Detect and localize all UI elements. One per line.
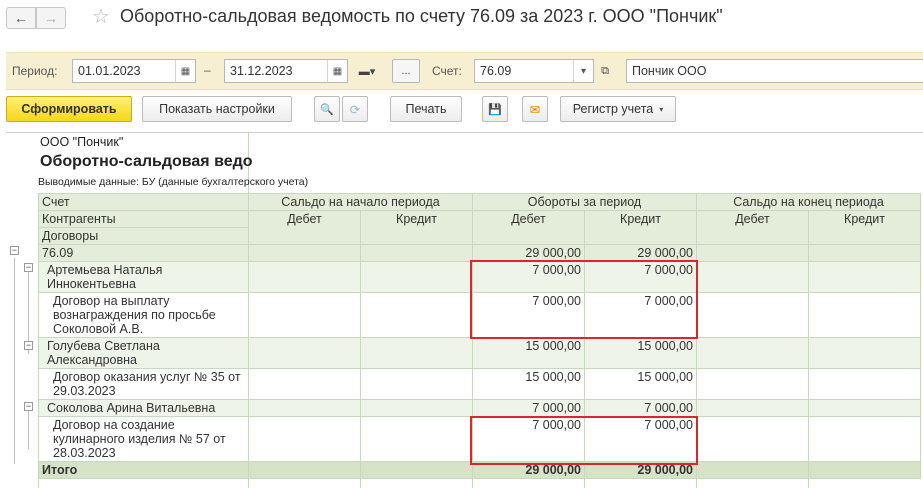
credit-header: Кредит: [808, 210, 921, 245]
save-button[interactable]: 💾: [482, 96, 508, 122]
collapse-icon[interactable]: −: [24, 341, 33, 350]
period-type-button[interactable]: ▬▾: [350, 59, 384, 83]
organization-field[interactable]: Пончик ООО: [626, 59, 923, 83]
search-button[interactable]: 🔍: [314, 96, 340, 122]
collapse-icon[interactable]: −: [24, 402, 33, 411]
toolbar: Сформировать Показать настройки 🔍 ⟳ Печа…: [0, 96, 923, 124]
contract-name: Договор на создание кулинарного изделия …: [38, 416, 249, 462]
credit-header: Кредит: [360, 210, 473, 245]
save-icon: 💾: [488, 103, 502, 116]
contract-name: Договор на выплату вознаграждения по про…: [38, 292, 249, 338]
account-row[interactable]: 76.09 29 000,00 29 000,00: [38, 244, 921, 262]
chevron-down-icon: ▾: [659, 104, 664, 114]
collapse-icon[interactable]: −: [10, 246, 19, 255]
date-to-value: 31.12.2023: [230, 64, 293, 78]
cancel-search-button[interactable]: ⟳: [342, 96, 368, 122]
turnover-credit: 29 000,00: [584, 244, 697, 262]
credit-header: Кредит: [584, 210, 697, 245]
highlight-frame: [470, 260, 698, 339]
turnover-debit: 15 000,00: [472, 337, 585, 369]
period-dash: –: [204, 63, 211, 77]
show-settings-button[interactable]: Показать настройки: [142, 96, 292, 122]
counterparty-row[interactable]: Голубева Светлана Александровна 15 000,0…: [38, 337, 921, 369]
select-period-button[interactable]: ...: [392, 59, 420, 83]
report-output-note: Выводимые данные: БУ (данные бухгалтерск…: [38, 176, 309, 188]
mail-icon: ✉: [529, 102, 541, 117]
turnover-debit: 7 000,00: [472, 399, 585, 417]
turnover-credit: 15 000,00: [584, 337, 697, 369]
register-label: Регистр учета: [572, 102, 654, 116]
debit-header: Дебет: [248, 210, 361, 245]
register-menu-button[interactable]: Регистр учета ▾: [560, 96, 676, 122]
title-bar: ← → ☆ Оборотно-сальдовая ведомость по сч…: [0, 0, 923, 36]
parameters-panel: Период: 01.01.2023 ▦ – 31.12.2023 ▦ ▬▾ .…: [6, 52, 923, 90]
send-mail-button[interactable]: ✉: [522, 96, 548, 122]
counterparty-name: Артемьева Наталья Иннокентьевна: [38, 261, 249, 293]
window-title: Оборотно-сальдовая ведомость по счету 76…: [120, 6, 723, 26]
counterparties-header: Контрагенты: [38, 210, 249, 228]
contract-row[interactable]: Договор оказания услуг № 35 от 29.03.202…: [38, 368, 921, 400]
report-organization: ООО "Пончик": [40, 135, 124, 149]
opening-balance-header: Сальдо на начало периода: [248, 193, 473, 211]
favorite-star-icon[interactable]: ☆: [92, 4, 110, 30]
collapse-icon[interactable]: −: [24, 263, 33, 272]
highlight-frame: [470, 416, 698, 465]
arrow-right-icon: →: [44, 10, 58, 26]
total-label: Итого: [38, 461, 249, 479]
generate-button[interactable]: Сформировать: [6, 96, 132, 122]
arrow-left-icon: ←: [14, 10, 28, 26]
organization-value: Пончик ООО: [632, 64, 707, 78]
counterparty-name: Голубева Светлана Александровна: [38, 337, 249, 369]
header-row: Контрагенты Дебет Кредит Дебет Кредит Де…: [38, 210, 921, 245]
empty-row: [38, 478, 921, 488]
date-from-field[interactable]: 01.01.2023 ▦: [72, 59, 196, 83]
generate-label: Сформировать: [21, 102, 117, 116]
print-button[interactable]: Печать: [390, 96, 462, 122]
calendar-icon[interactable]: ▦: [175, 60, 195, 82]
open-account-button[interactable]: ⧉: [594, 59, 616, 83]
account-value: 76.09: [480, 64, 512, 78]
tree-column: − − − −: [6, 193, 38, 488]
forward-button[interactable]: →: [36, 7, 66, 29]
account-field[interactable]: 76.09 ▾: [474, 59, 594, 83]
tree-line: [14, 258, 15, 464]
period-menu-icon: ▬▾: [358, 65, 376, 78]
header-row: Счет Сальдо на начало периода Обороты за…: [38, 193, 921, 211]
closing-balance-header: Сальдо на конец периода: [696, 193, 921, 211]
search-icon: 🔍: [320, 103, 334, 116]
date-to-field[interactable]: 31.12.2023 ▦: [224, 59, 348, 83]
turnover-debit: 29 000,00: [472, 244, 585, 262]
calendar-icon[interactable]: ▦: [327, 60, 347, 82]
turnover-credit: 15 000,00: [584, 368, 697, 400]
report-heading: Оборотно-сальдовая ведо: [40, 153, 253, 170]
report-area[interactable]: ООО "Пончик" Оборотно-сальдовая ведо Выв…: [6, 132, 923, 488]
contract-name: Договор оказания услуг № 35 от 29.03.202…: [38, 368, 249, 400]
account-header: Счет: [38, 193, 249, 211]
date-from-value: 01.01.2023: [78, 64, 141, 78]
select-period-label: ...: [401, 65, 411, 77]
debit-header: Дебет: [696, 210, 809, 245]
account-label: Счет:: [432, 64, 462, 78]
counterparty-row[interactable]: Соколова Арина Витальевна 7 000,00 7 000…: [38, 399, 921, 417]
contracts-header: Договоры: [38, 227, 249, 245]
dropdown-icon[interactable]: ▾: [573, 60, 593, 82]
search-cancel-icon: ⟳: [349, 102, 361, 117]
show-settings-label: Показать настройки: [159, 102, 275, 116]
period-label: Период:: [12, 64, 58, 78]
tree-line: [28, 407, 29, 449]
turnover-debit: 15 000,00: [472, 368, 585, 400]
counterparty-name: Соколова Арина Витальевна: [38, 399, 249, 417]
open-icon: ⧉: [601, 64, 609, 77]
turnover-header: Обороты за период: [472, 193, 697, 211]
back-button[interactable]: ←: [6, 7, 36, 29]
debit-header: Дебет: [472, 210, 585, 245]
print-label: Печать: [405, 102, 447, 116]
turnover-credit: 7 000,00: [584, 399, 697, 417]
account-name: 76.09: [38, 244, 249, 262]
